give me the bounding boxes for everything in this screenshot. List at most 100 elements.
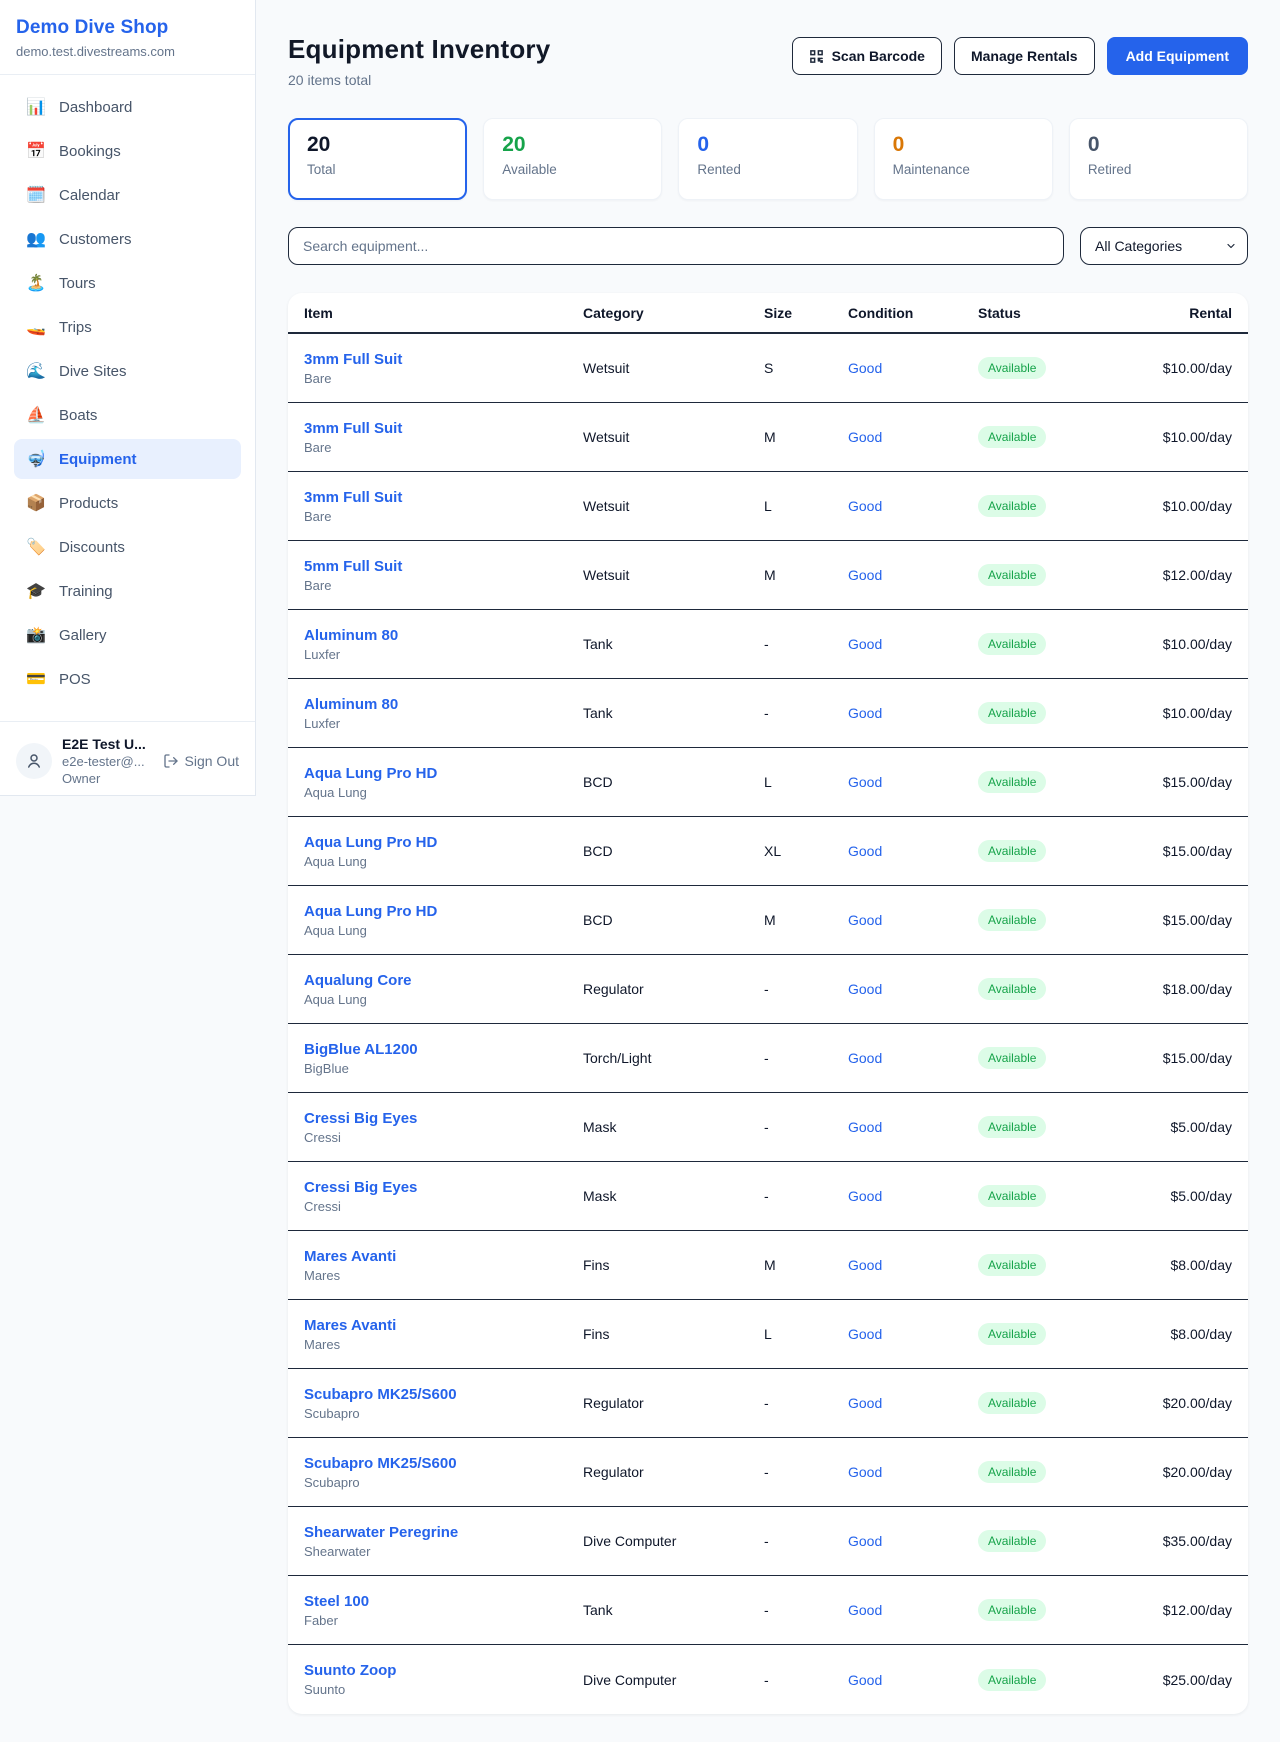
item-name-link[interactable]: Mares Avanti bbox=[304, 1248, 583, 1265]
item-cell: 3mm Full Suit Bare bbox=[304, 420, 583, 455]
item-brand: Aqua Lung bbox=[304, 923, 583, 938]
rental-cell: $12.00/day bbox=[1131, 1602, 1232, 1618]
item-name-link[interactable]: 3mm Full Suit bbox=[304, 420, 583, 437]
products-icon: 📦 bbox=[26, 493, 46, 513]
item-name-link[interactable]: Suunto Zoop bbox=[304, 1662, 583, 1679]
condition-link[interactable]: Good bbox=[848, 843, 978, 859]
item-name-link[interactable]: Aluminum 80 bbox=[304, 696, 583, 713]
item-name-link[interactable]: Aluminum 80 bbox=[304, 627, 583, 644]
category-cell: Tank bbox=[583, 705, 764, 721]
avatar bbox=[16, 743, 52, 779]
condition-link[interactable]: Good bbox=[848, 636, 978, 652]
add-equipment-button[interactable]: Add Equipment bbox=[1107, 37, 1248, 75]
sidebar-item-trips[interactable]: 🚤 Trips bbox=[14, 307, 241, 347]
size-cell: - bbox=[764, 981, 848, 997]
sign-out-button[interactable]: Sign Out bbox=[163, 753, 239, 769]
item-name-link[interactable]: Cressi Big Eyes bbox=[304, 1110, 583, 1127]
sidebar-item-discounts[interactable]: 🏷️ Discounts bbox=[14, 527, 241, 567]
item-name-link[interactable]: Cressi Big Eyes bbox=[304, 1179, 583, 1196]
condition-link[interactable]: Good bbox=[848, 498, 978, 514]
item-cell: 3mm Full Suit Bare bbox=[304, 351, 583, 386]
item-brand: Luxfer bbox=[304, 647, 583, 662]
sidebar-item-dive-sites[interactable]: 🌊 Dive Sites bbox=[14, 351, 241, 391]
stat-card-retired[interactable]: 0 Retired bbox=[1069, 118, 1248, 200]
scan-barcode-label: Scan Barcode bbox=[832, 48, 925, 64]
sidebar-item-label: Discounts bbox=[59, 539, 125, 556]
condition-link[interactable]: Good bbox=[848, 1119, 978, 1135]
condition-link[interactable]: Good bbox=[848, 705, 978, 721]
item-name-link[interactable]: Aqua Lung Pro HD bbox=[304, 765, 583, 782]
stat-card-rented[interactable]: 0 Rented bbox=[678, 118, 857, 200]
status-cell: Available bbox=[978, 633, 1131, 655]
item-name-link[interactable]: Aqualung Core bbox=[304, 972, 583, 989]
sidebar-item-tours[interactable]: 🏝️ Tours bbox=[14, 263, 241, 303]
user-meta: E2E Test U... e2e-tester@... Owner bbox=[62, 736, 153, 786]
rental-cell: $25.00/day bbox=[1131, 1672, 1232, 1688]
condition-link[interactable]: Good bbox=[848, 1602, 978, 1618]
sidebar-item-equipment[interactable]: 🤿 Equipment bbox=[14, 439, 241, 479]
stat-value: 0 bbox=[1088, 133, 1229, 157]
item-name-link[interactable]: Shearwater Peregrine bbox=[304, 1524, 583, 1541]
sidebar-item-calendar[interactable]: 🗓️ Calendar bbox=[14, 175, 241, 215]
table-row: Suunto Zoop Suunto Dive Computer - Good … bbox=[288, 1645, 1248, 1714]
sidebar-item-dashboard[interactable]: 📊 Dashboard bbox=[14, 87, 241, 127]
size-cell: - bbox=[764, 1602, 848, 1618]
stat-card-total[interactable]: 20 Total bbox=[288, 118, 467, 200]
condition-link[interactable]: Good bbox=[848, 774, 978, 790]
table-row: Aqua Lung Pro HD Aqua Lung BCD M Good Av… bbox=[288, 886, 1248, 955]
category-cell: Wetsuit bbox=[583, 498, 764, 514]
condition-link[interactable]: Good bbox=[848, 1050, 978, 1066]
condition-link[interactable]: Good bbox=[848, 360, 978, 376]
category-cell: BCD bbox=[583, 774, 764, 790]
category-cell: Dive Computer bbox=[583, 1672, 764, 1688]
condition-link[interactable]: Good bbox=[848, 1533, 978, 1549]
condition-link[interactable]: Good bbox=[848, 912, 978, 928]
item-name-link[interactable]: 3mm Full Suit bbox=[304, 489, 583, 506]
condition-link[interactable]: Good bbox=[848, 1326, 978, 1342]
manage-rentals-button[interactable]: Manage Rentals bbox=[954, 37, 1095, 75]
item-name-link[interactable]: Aqua Lung Pro HD bbox=[304, 903, 583, 920]
size-cell: M bbox=[764, 567, 848, 583]
sidebar-item-bookings[interactable]: 📅 Bookings bbox=[14, 131, 241, 171]
sidebar-item-products[interactable]: 📦 Products bbox=[14, 483, 241, 523]
status-cell: Available bbox=[978, 357, 1131, 379]
status-cell: Available bbox=[978, 1047, 1131, 1069]
rental-cell: $10.00/day bbox=[1131, 636, 1232, 652]
condition-link[interactable]: Good bbox=[848, 567, 978, 583]
category-cell: Mask bbox=[583, 1119, 764, 1135]
item-name-link[interactable]: Steel 100 bbox=[304, 1593, 583, 1610]
sidebar-item-gallery[interactable]: 📸 Gallery bbox=[14, 615, 241, 655]
item-name-link[interactable]: Aqua Lung Pro HD bbox=[304, 834, 583, 851]
category-select[interactable]: All Categories bbox=[1080, 227, 1248, 265]
condition-link[interactable]: Good bbox=[848, 1188, 978, 1204]
brand-name[interactable]: Demo Dive Shop bbox=[16, 17, 239, 39]
condition-link[interactable]: Good bbox=[848, 1672, 978, 1688]
sidebar-item-boats[interactable]: ⛵ Boats bbox=[14, 395, 241, 435]
scan-barcode-button[interactable]: Scan Barcode bbox=[792, 37, 942, 75]
sidebar-item-training[interactable]: 🎓 Training bbox=[14, 571, 241, 611]
item-name-link[interactable]: Scubapro MK25/S600 bbox=[304, 1455, 583, 1472]
item-name-link[interactable]: Mares Avanti bbox=[304, 1317, 583, 1334]
size-cell: - bbox=[764, 1533, 848, 1549]
item-name-link[interactable]: Scubapro MK25/S600 bbox=[304, 1386, 583, 1403]
item-brand: Bare bbox=[304, 578, 583, 593]
item-name-link[interactable]: BigBlue AL1200 bbox=[304, 1041, 583, 1058]
table-row: Aqua Lung Pro HD Aqua Lung BCD XL Good A… bbox=[288, 817, 1248, 886]
condition-link[interactable]: Good bbox=[848, 1464, 978, 1480]
item-name-link[interactable]: 5mm Full Suit bbox=[304, 558, 583, 575]
item-name-link[interactable]: 3mm Full Suit bbox=[304, 351, 583, 368]
sidebar-item-pos[interactable]: 💳 POS bbox=[14, 659, 241, 699]
stat-card-available[interactable]: 20 Available bbox=[483, 118, 662, 200]
search-input[interactable] bbox=[288, 227, 1064, 265]
rental-cell: $8.00/day bbox=[1131, 1257, 1232, 1273]
condition-link[interactable]: Good bbox=[848, 1257, 978, 1273]
stat-card-maintenance[interactable]: 0 Maintenance bbox=[874, 118, 1053, 200]
category-cell: Regulator bbox=[583, 1464, 764, 1480]
item-brand: Bare bbox=[304, 509, 583, 524]
condition-link[interactable]: Good bbox=[848, 1395, 978, 1411]
sidebar-item-customers[interactable]: 👥 Customers bbox=[14, 219, 241, 259]
pos-icon: 💳 bbox=[26, 669, 46, 689]
condition-link[interactable]: Good bbox=[848, 981, 978, 997]
condition-link[interactable]: Good bbox=[848, 429, 978, 445]
rental-cell: $20.00/day bbox=[1131, 1464, 1232, 1480]
